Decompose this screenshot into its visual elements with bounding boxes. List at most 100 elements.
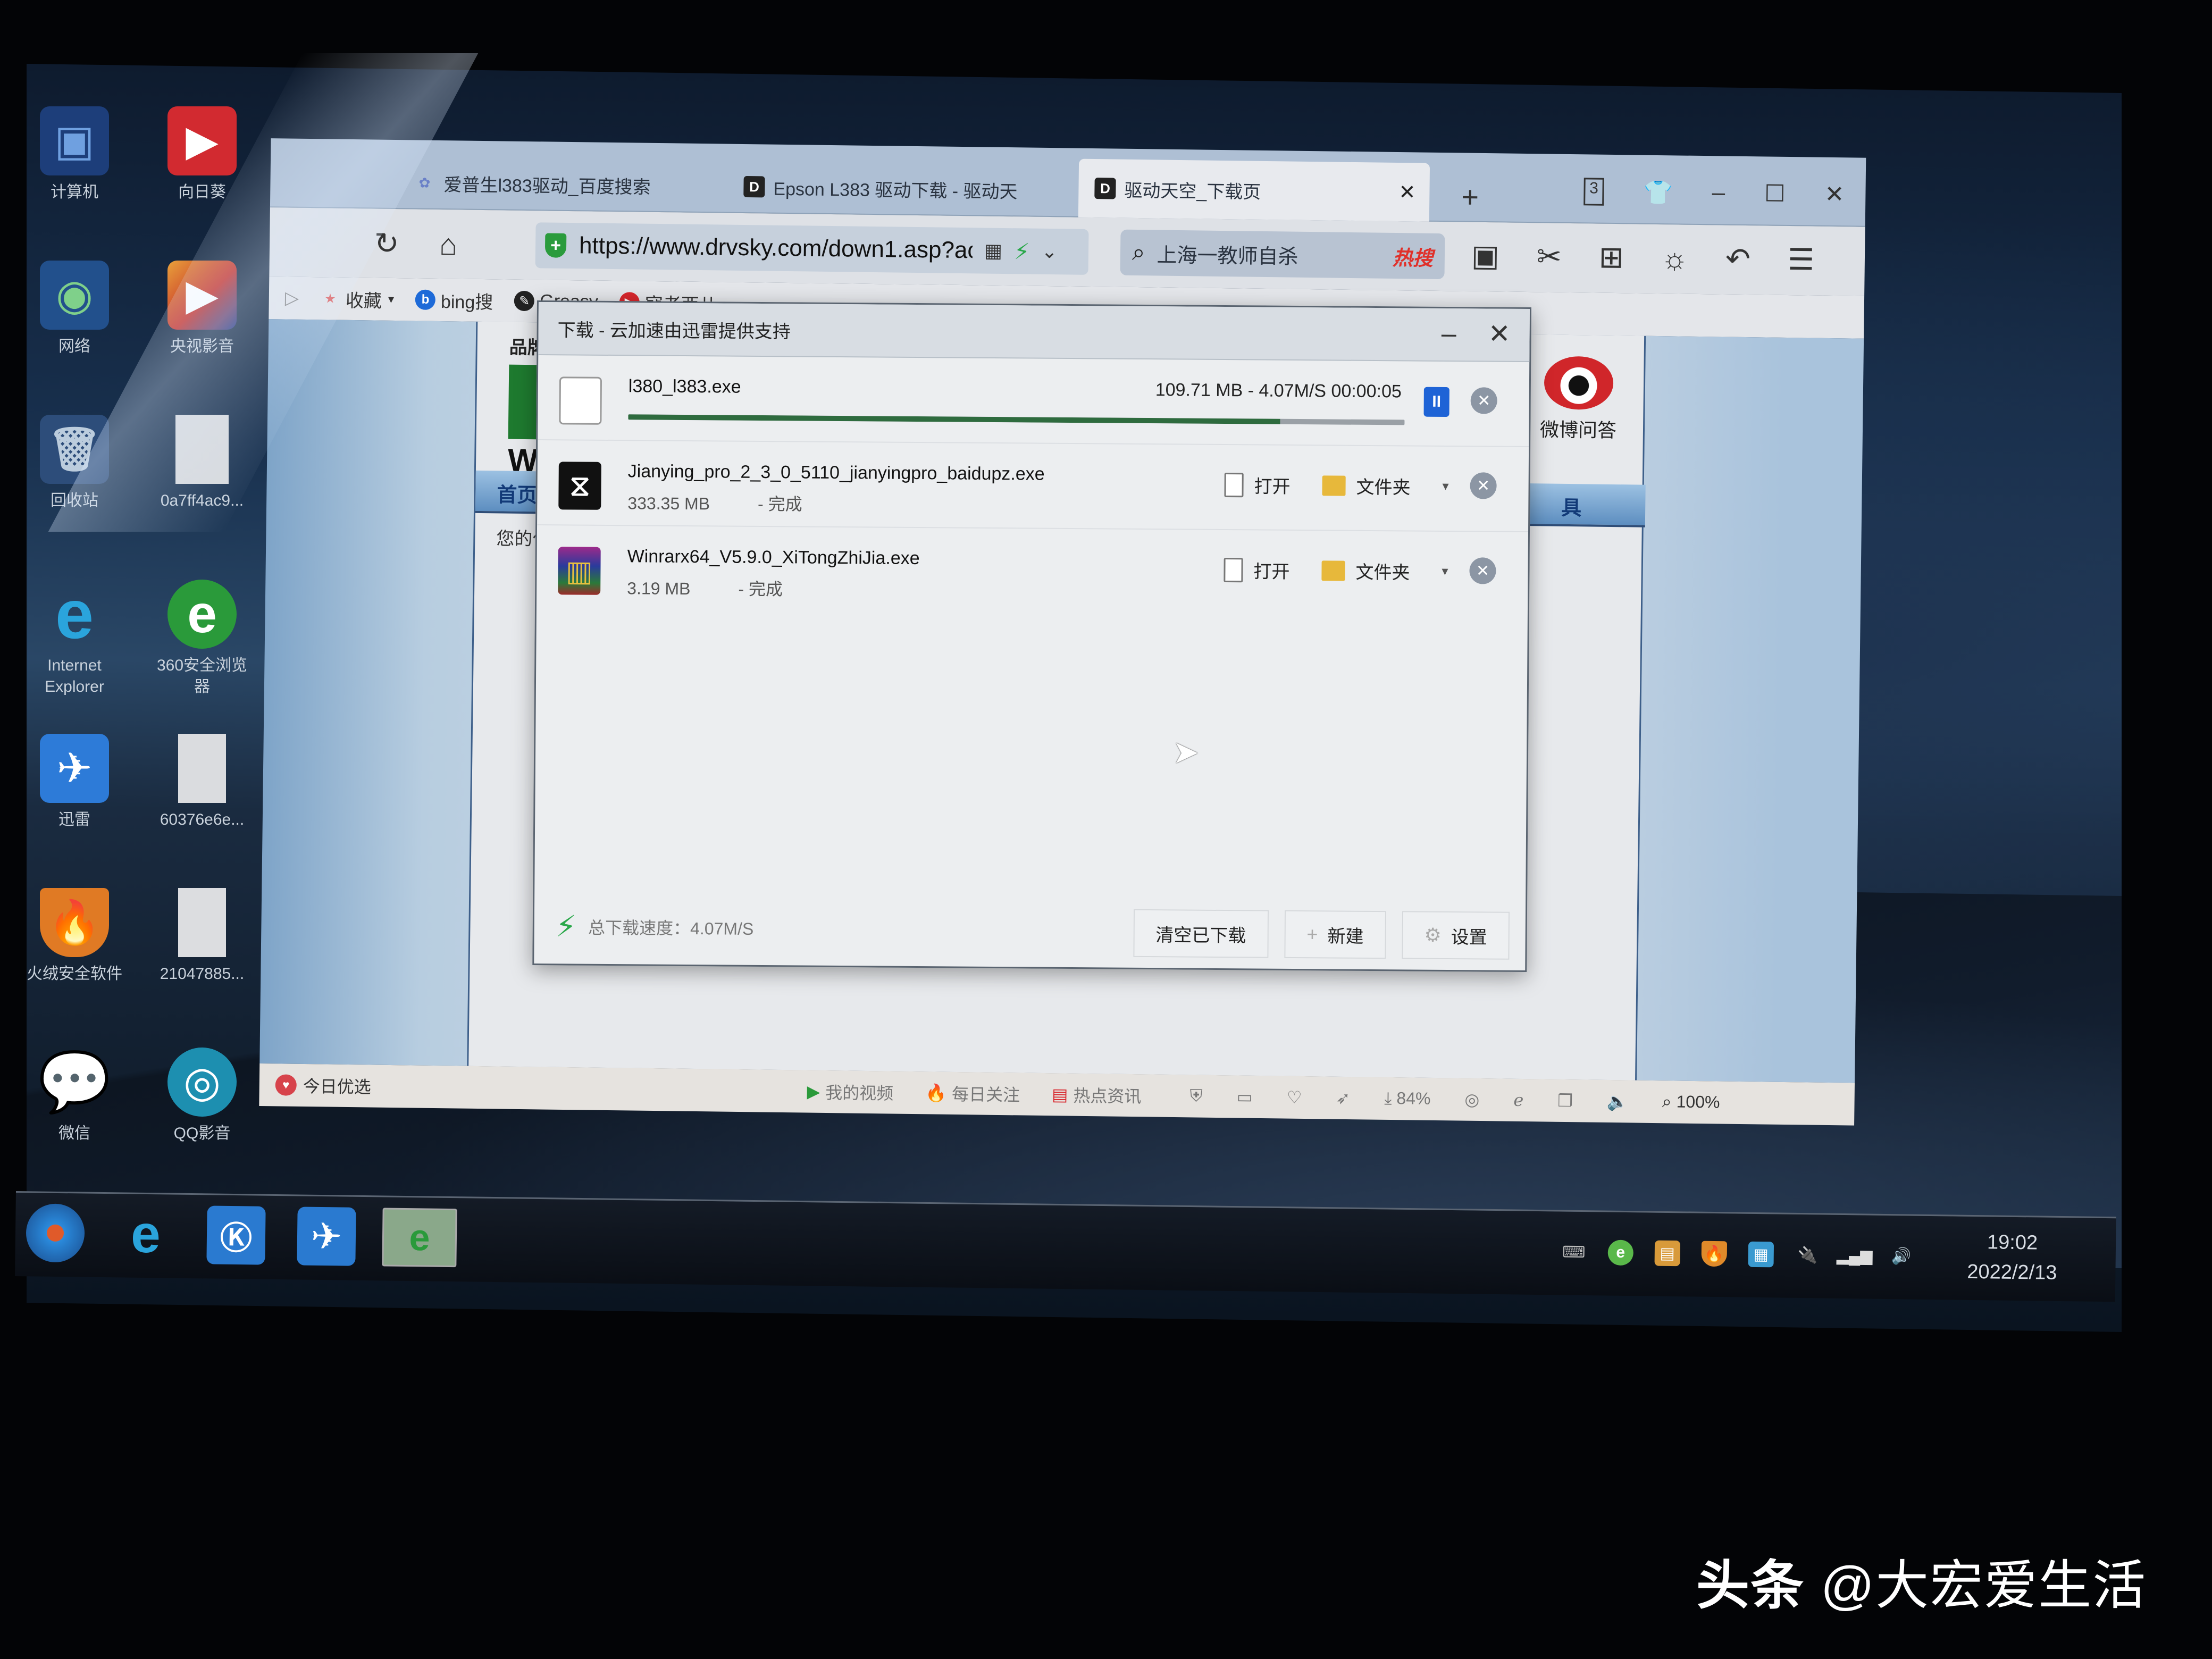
remove-download-button[interactable]: ✕ <box>1469 557 1496 584</box>
new-tab-button[interactable]: + <box>1461 179 1479 214</box>
ie-mode-icon[interactable]: ℯ <box>1513 1090 1523 1110</box>
status-my-videos[interactable]: ▶ 我的视频 <box>807 1079 893 1105</box>
bing-icon: b <box>415 289 436 310</box>
tab-epson-driver[interactable]: D Epson L383 驱动下载 - 驱动天 <box>727 160 1047 217</box>
desktop-icon-qq-player[interactable]: ◎ QQ影音 <box>149 1048 255 1144</box>
apps-grid-icon[interactable]: ⊞ <box>1598 240 1624 275</box>
open-button[interactable]: 打开 <box>1253 557 1289 583</box>
desktop-icon-wechat[interactable]: 💬 微信 <box>21 1048 128 1144</box>
skin-icon[interactable]: 👕 <box>1644 179 1673 207</box>
sidebar-toggle-icon[interactable]: ▷ <box>285 287 299 308</box>
volume-icon[interactable]: 🔊 <box>1888 1243 1914 1269</box>
search-input[interactable]: 上海一教师自杀 <box>1157 238 1393 270</box>
desktop-icon-ie[interactable]: e Internet Explorer <box>21 580 128 698</box>
360-tray-icon[interactable]: e <box>1607 1239 1634 1266</box>
ie-icon[interactable]: e <box>116 1204 175 1264</box>
search-box[interactable]: ⌕ 上海一教师自杀 热搜 <box>1120 229 1445 280</box>
desktop-icon-network[interactable]: ◉ 网络 <box>21 261 128 357</box>
app-tray-icon[interactable]: ▦ <box>1748 1241 1774 1268</box>
heart-icon: ♥ <box>275 1074 297 1096</box>
desktop-icon-file-2[interactable]: 60376e6e... <box>149 734 255 831</box>
minimize-button[interactable]: – <box>1712 179 1725 207</box>
browser-tray-icon[interactable]: ▤ <box>1654 1240 1681 1267</box>
window-controls: 3 👕 – ☐ ✕ <box>1583 178 1845 208</box>
nav-tools[interactable]: 具 <box>1561 491 1582 521</box>
weibo-link[interactable]: 微博问答 <box>1540 356 1618 443</box>
desktop-icon-360-browser[interactable]: e 360安全浏览器 <box>149 580 255 698</box>
scissors-icon[interactable]: ✂ <box>1536 239 1562 274</box>
close-button[interactable]: ✕ <box>1824 181 1845 208</box>
desktop-icon-file-1[interactable]: 0a7ff4ac9... <box>149 415 255 512</box>
open-folder-button[interactable]: 文件夹 <box>1356 473 1410 499</box>
new-download-button[interactable]: + 新建 <box>1284 910 1386 959</box>
url-text[interactable]: https://www.drvsky.com/down1.asp?ac <box>579 232 973 264</box>
huorong-tray-icon[interactable]: 🔥 <box>1701 1241 1728 1267</box>
screenshot-icon[interactable]: ▭ <box>1236 1086 1253 1107</box>
pause-button[interactable]: II <box>1423 387 1449 417</box>
tab-baidu-search[interactable]: ✿ 爱普生l383驱动_百度搜索 <box>398 156 707 213</box>
today-picks[interactable]: ♥ 今日优选 <box>275 1073 371 1098</box>
menu-icon[interactable]: ☰ <box>1788 242 1815 278</box>
keyboard-icon[interactable]: ⌨ <box>1561 1239 1587 1266</box>
desktop-icon-sunflower[interactable]: ▶ 向日葵 <box>149 106 255 203</box>
zoom-level[interactable]: ⌕ 100% <box>1662 1092 1720 1112</box>
hot-search-badge[interactable]: 热搜 <box>1393 241 1434 271</box>
speed-mode-icon[interactable]: ⚡ <box>1014 238 1030 264</box>
dialog-title-bar[interactable]: 下载 - 云加速由迅雷提供支持 – ✕ <box>538 302 1530 363</box>
status-daily-focus[interactable]: 🔥 每日关注 <box>925 1080 1020 1106</box>
bookmark-favorites[interactable]: ★ 收藏 ▾ <box>320 286 395 313</box>
power-plug-icon[interactable]: 🔌 <box>1795 1242 1821 1268</box>
image-file-icon <box>178 734 226 803</box>
undo-icon[interactable]: ↶ <box>1725 241 1751 277</box>
desktop-icon-cctv[interactable]: ▶ 央视影音 <box>149 261 255 357</box>
desktop-icon-thunder[interactable]: ✈ 迅雷 <box>21 734 128 831</box>
tab-count-button[interactable]: 3 <box>1583 178 1605 206</box>
360-browser-icon[interactable]: e <box>382 1208 457 1268</box>
tab-close-icon[interactable]: ✕ <box>1398 180 1415 204</box>
heart-rate-icon[interactable]: ♡ <box>1287 1087 1302 1108</box>
dialog-close-button[interactable]: ✕ <box>1488 318 1511 349</box>
home-icon[interactable]: ⌂ <box>427 227 470 262</box>
incognito-icon[interactable]: ◎ <box>1464 1090 1479 1110</box>
remove-download-button[interactable]: ✕ <box>1470 472 1497 499</box>
status-tools: ⛨ ▭ ♡ ➶ ⤓ 84% ◎ ℯ ❐ 🔈 ⌕ 100% <box>1189 1086 1720 1112</box>
tab-drvsky-download[interactable]: D 驱动天空_下载页 ✕ <box>1078 158 1430 222</box>
address-bar[interactable]: + https://www.drvsky.com/down1.asp?ac ▦ … <box>535 222 1089 275</box>
lightning-icon: ⚡ <box>555 909 577 943</box>
extension-icon[interactable]: ▣ <box>1471 238 1500 274</box>
signal-icon[interactable]: ▂▄▆ <box>1837 1243 1873 1269</box>
clock[interactable]: 19:02 2022/2/13 <box>1967 1227 2057 1288</box>
greasyfork-icon: ✎ <box>514 290 535 312</box>
remove-download-button[interactable]: ✕ <box>1470 387 1497 414</box>
brightness-icon[interactable]: ☼ <box>1661 241 1688 276</box>
start-icon[interactable] <box>26 1203 85 1263</box>
reload-icon[interactable]: ↻ <box>365 225 408 261</box>
shield-icon[interactable]: ⛨ <box>1189 1086 1202 1106</box>
window-icon[interactable]: ❐ <box>1557 1091 1573 1111</box>
desktop-icon-huorong[interactable]: 🔥 火绒安全软件 <box>21 888 128 985</box>
kugou-icon[interactable]: Ⓚ <box>206 1205 266 1265</box>
chevron-down-icon[interactable]: ⌄ <box>1041 240 1058 263</box>
desktop-icon-recycle-bin[interactable]: 🗑 回收站 <box>21 415 128 512</box>
open-folder-button[interactable]: 文件夹 <box>1355 558 1410 584</box>
desktop-icon-computer[interactable]: ▣ 计算机 <box>21 106 128 203</box>
dialog-minimize-button[interactable]: – <box>1442 318 1456 349</box>
status-hot-news[interactable]: ▤ 热点资讯 <box>1052 1082 1142 1108</box>
search-icon: ⌕ <box>1132 239 1145 266</box>
qr-code-icon[interactable]: ▦ <box>984 240 1003 262</box>
zoom-icon: ⌕ <box>1662 1092 1672 1111</box>
download-status[interactable]: ⤓ 84% <box>1384 1088 1431 1109</box>
chevron-down-icon[interactable]: ▾ <box>1442 564 1448 579</box>
maximize-button[interactable]: ☐ <box>1764 180 1786 207</box>
settings-button[interactable]: ⚙ 设置 <box>1402 911 1510 960</box>
open-button[interactable]: 打开 <box>1254 472 1290 498</box>
chevron-down-icon[interactable]: ▾ <box>1442 479 1448 494</box>
rocket-icon[interactable]: ➶ <box>1336 1088 1350 1108</box>
desktop-icon-file-3[interactable]: 21047885... <box>149 888 255 985</box>
volume-icon[interactable]: 🔈 <box>1607 1091 1628 1111</box>
nav-home[interactable]: 首页 <box>497 478 538 508</box>
thunder-icon[interactable]: ✈ <box>297 1206 356 1266</box>
clear-downloaded-button[interactable]: 清空已下载 <box>1133 909 1269 958</box>
status-links: ▶ 我的视频 🔥 每日关注 ▤ 热点资讯 <box>807 1079 1141 1108</box>
bookmark-bing[interactable]: b bing搜 <box>415 287 493 314</box>
